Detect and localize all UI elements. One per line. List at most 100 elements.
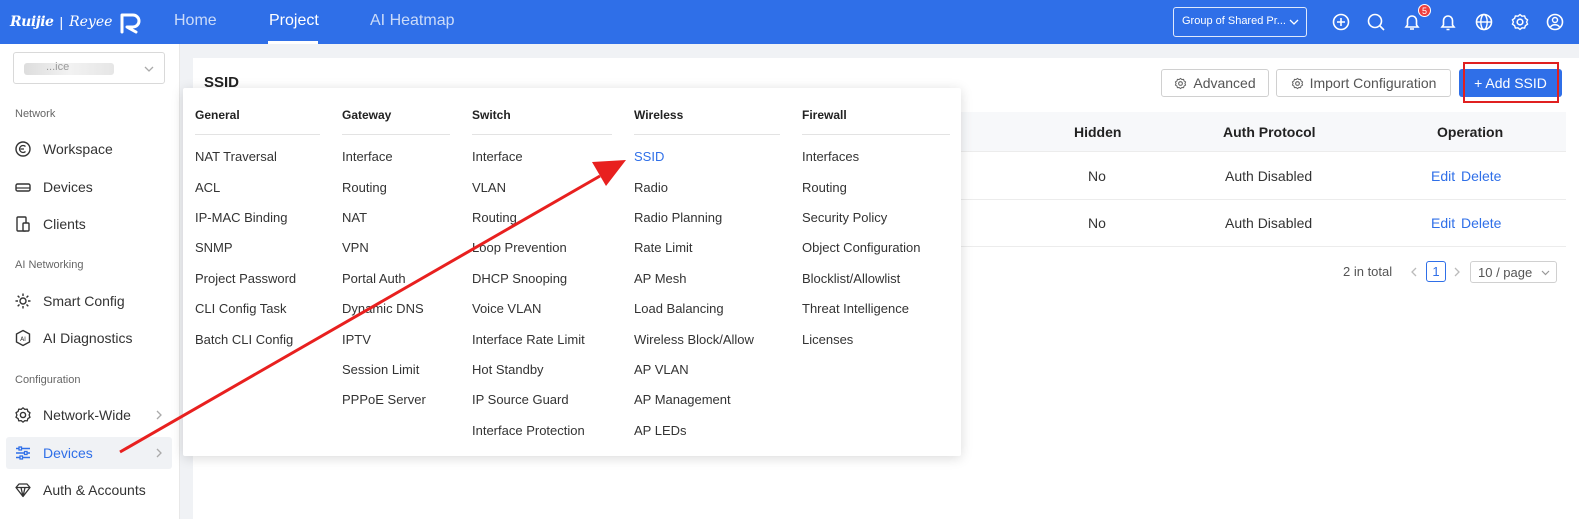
sidebar-item-label: Auth & Accounts <box>43 482 146 498</box>
menu-item[interactable]: Routing <box>802 180 847 195</box>
menu-item[interactable]: Interfaces <box>802 149 859 164</box>
sidebar-item-label: Network-Wide <box>43 407 131 423</box>
menu-item[interactable]: NAT Traversal <box>195 149 277 164</box>
menu-item[interactable]: Voice VLAN <box>472 301 541 316</box>
menu-item[interactable]: IPTV <box>342 332 371 347</box>
menu-item[interactable]: Radio Planning <box>634 210 722 225</box>
page-size-select[interactable]: 10 / page <box>1470 261 1557 283</box>
pager-current-page[interactable]: 1 <box>1426 261 1446 282</box>
sidebar-item-workspace[interactable]: Workspace <box>6 133 172 165</box>
menu-item[interactable]: ACL <box>195 180 220 195</box>
sidebar-item-devices[interactable]: Devices <box>6 171 172 203</box>
nav-home[interactable]: Home <box>174 12 217 30</box>
gear-icon <box>15 407 31 423</box>
menu-item[interactable]: Security Policy <box>802 210 887 225</box>
menu-item[interactable]: DHCP Snooping <box>472 271 567 286</box>
menu-item[interactable]: PPPoE Server <box>342 392 426 407</box>
sidebar-item-ai-diagnostics[interactable]: AI AI Diagnostics <box>6 322 172 354</box>
globe-icon[interactable] <box>1474 12 1494 32</box>
menu-item[interactable]: Wireless Block/Allow <box>634 332 754 347</box>
menu-item[interactable]: Routing <box>472 210 517 225</box>
chevron-right-icon[interactable] <box>1452 266 1462 278</box>
menu-item[interactable]: Interface Protection <box>472 423 585 438</box>
column-header-hidden: Hidden <box>1074 124 1122 140</box>
sidebar-item-network-wide[interactable]: Network-Wide <box>6 399 172 431</box>
menu-item[interactable]: AP VLAN <box>634 362 689 377</box>
menu-item[interactable]: AP Mesh <box>634 271 687 286</box>
settings-gear-icon[interactable] <box>1510 12 1530 32</box>
menu-item[interactable]: Load Balancing <box>634 301 724 316</box>
nav-ai-heatmap[interactable]: AI Heatmap <box>370 12 454 30</box>
import-configuration-button[interactable]: Import Configuration <box>1276 69 1451 97</box>
sidebar-item-smart-config[interactable]: Smart Config <box>6 285 172 317</box>
cell-auth-protocol: Auth Disabled <box>1225 168 1313 184</box>
menu-item[interactable]: SSID <box>634 149 664 164</box>
advanced-button[interactable]: Advanced <box>1161 69 1269 97</box>
menu-item[interactable]: Session Limit <box>342 362 419 377</box>
menu-column-divider <box>342 134 450 135</box>
menu-item[interactable]: SNMP <box>195 240 233 255</box>
menu-item[interactable]: Routing <box>342 180 387 195</box>
menu-column-divider <box>195 134 320 135</box>
menu-item[interactable]: Dynamic DNS <box>342 301 424 316</box>
cell-hidden: No <box>1088 215 1106 231</box>
sidebar-item-label: Devices <box>43 179 93 195</box>
smart-config-icon <box>15 293 31 309</box>
chevron-left-icon[interactable] <box>1409 266 1419 278</box>
sidebar-item-label: AI Diagnostics <box>43 330 133 346</box>
svg-text:AI: AI <box>20 336 26 343</box>
delete-link[interactable]: Delete <box>1461 215 1501 231</box>
menu-column-divider <box>802 134 950 135</box>
menu-item[interactable]: AP Management <box>634 392 731 407</box>
menu-column-title: Gateway <box>342 108 392 122</box>
group-select[interactable]: Group of Shared Pr... <box>1173 7 1307 37</box>
menu-item[interactable]: AP LEDs <box>634 423 687 438</box>
sidebar-item-auth-accounts[interactable]: Auth & Accounts <box>6 474 172 506</box>
edit-link[interactable]: Edit <box>1431 168 1455 184</box>
menu-item[interactable]: Interface <box>472 149 523 164</box>
menu-item[interactable]: CLI Config Task <box>195 301 287 316</box>
notification-bell-icon[interactable] <box>1438 12 1458 32</box>
site-select[interactable]: ...ice <box>13 52 165 84</box>
menu-item[interactable]: Interface <box>342 149 393 164</box>
menu-item[interactable]: VLAN <box>472 180 506 195</box>
sidebar-item-config-devices[interactable]: Devices <box>6 437 172 469</box>
delete-link[interactable]: Delete <box>1461 168 1501 184</box>
menu-item[interactable]: Batch CLI Config <box>195 332 293 347</box>
menu-item[interactable]: Object Configuration <box>802 240 921 255</box>
cell-auth-protocol: Auth Disabled <box>1225 215 1313 231</box>
section-network: Network <box>15 108 56 120</box>
menu-column-title: Firewall <box>802 108 847 122</box>
menu-item[interactable]: Blocklist/Allowlist <box>802 271 900 286</box>
menu-item[interactable]: Interface Rate Limit <box>472 332 585 347</box>
menu-item[interactable]: Hot Standby <box>472 362 544 377</box>
sidebar-item-label: Workspace <box>43 141 113 157</box>
menu-item[interactable]: Portal Auth <box>342 271 406 286</box>
logo[interactable]: Ruijie | Reyee <box>10 10 144 34</box>
settings-gear-icon <box>1291 77 1303 89</box>
section-ai-networking: AI Networking <box>15 259 84 271</box>
sliders-icon <box>16 446 30 460</box>
add-circle-icon[interactable] <box>1331 12 1351 32</box>
menu-item[interactable]: Licenses <box>802 332 853 347</box>
nav-project[interactable]: Project <box>269 12 319 30</box>
menu-item[interactable]: Rate Limit <box>634 240 693 255</box>
menu-item[interactable]: Loop Prevention <box>472 240 567 255</box>
page-size-value: 10 / page <box>1478 265 1533 280</box>
menu-item[interactable]: IP-MAC Binding <box>195 210 287 225</box>
menu-item[interactable]: Threat Intelligence <box>802 301 909 316</box>
sidebar-item-label: Smart Config <box>43 293 125 309</box>
search-icon[interactable] <box>1366 12 1386 32</box>
menu-item[interactable]: VPN <box>342 240 369 255</box>
settings-gear-icon <box>1175 77 1187 89</box>
cell-hidden: No <box>1088 168 1106 184</box>
user-avatar-icon[interactable] <box>1545 12 1565 32</box>
menu-item[interactable]: IP Source Guard <box>472 392 569 407</box>
menu-item[interactable]: Project Password <box>195 271 296 286</box>
edit-link[interactable]: Edit <box>1431 215 1455 231</box>
menu-item[interactable]: NAT <box>342 210 367 225</box>
menu-column-divider <box>634 134 780 135</box>
notification-badge: 5 <box>1418 4 1431 17</box>
menu-item[interactable]: Radio <box>634 180 668 195</box>
sidebar-item-clients[interactable]: Clients <box>6 208 172 240</box>
